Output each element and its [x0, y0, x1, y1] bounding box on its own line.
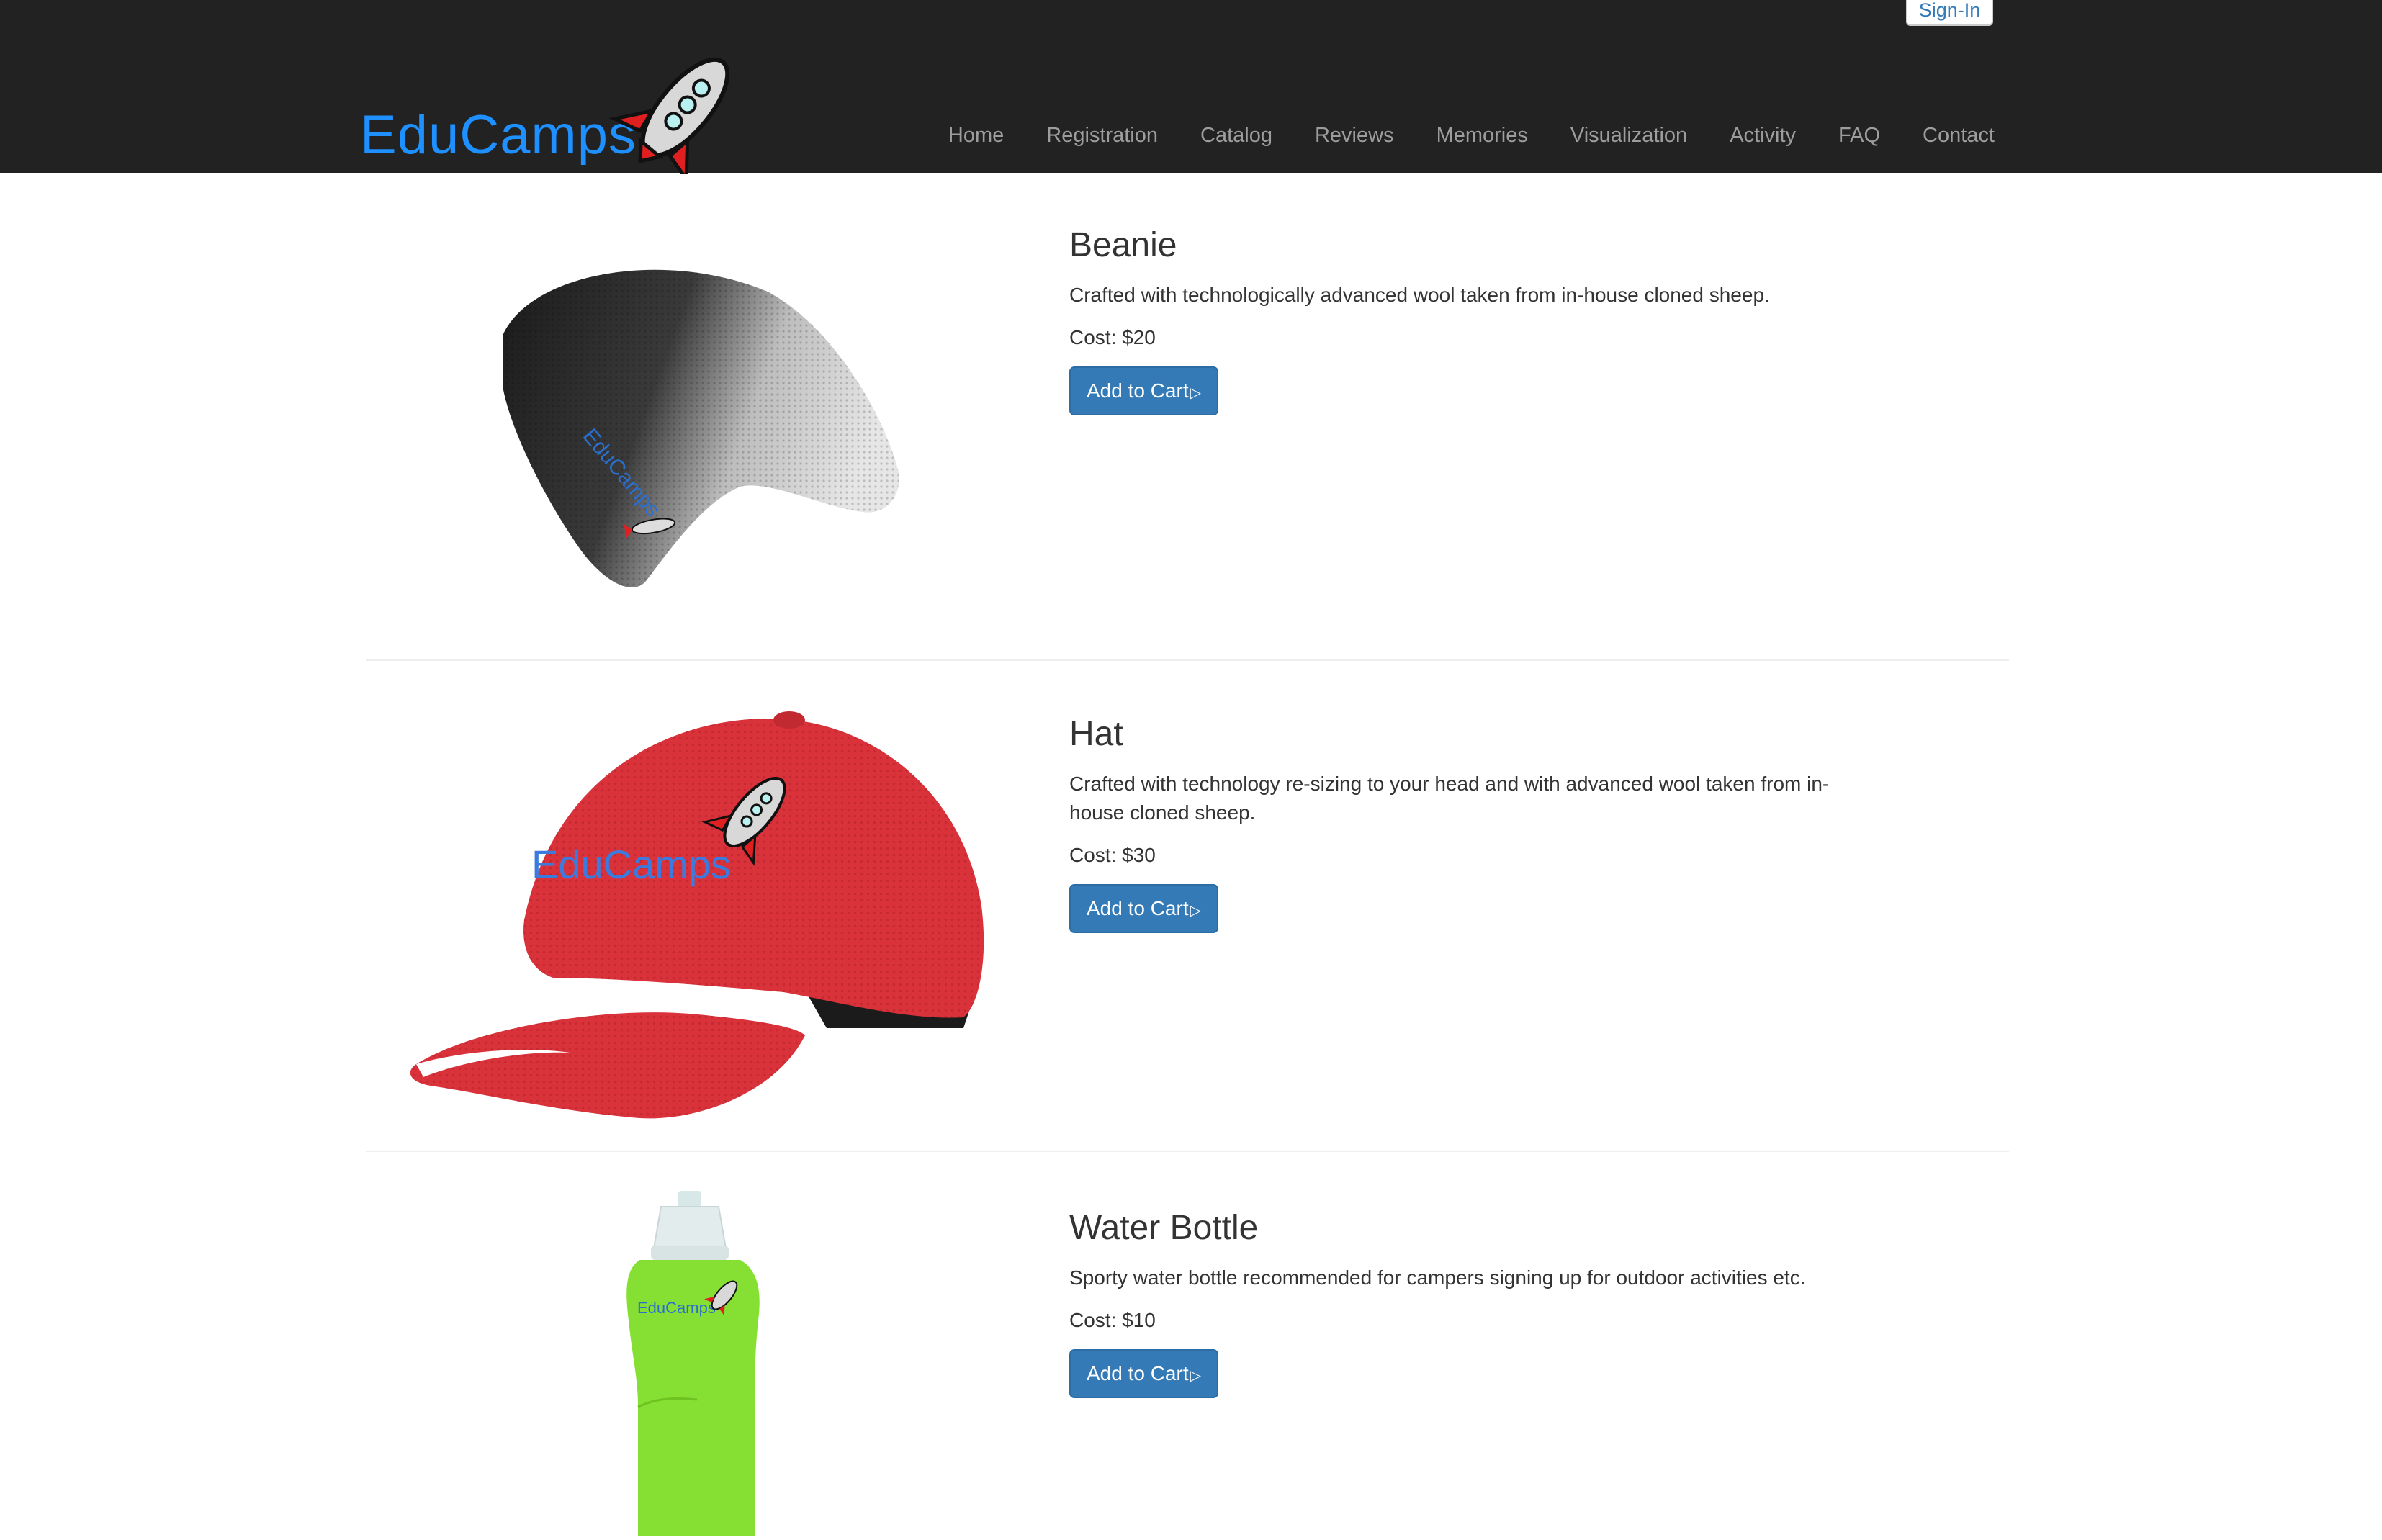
product-description: Sporty water bottle recommended for camp…: [1069, 1266, 1806, 1289]
nav-faq[interactable]: FAQ: [1838, 122, 1880, 148]
add-to-cart-button[interactable]: Add to Cart ▷: [1069, 1348, 1218, 1398]
nav-contact[interactable]: Contact: [1923, 122, 1995, 148]
svg-text:EduCamps: EduCamps: [637, 1299, 716, 1317]
caret-right-icon: ▷: [1190, 384, 1202, 401]
beanie-image[interactable]: EduCamps: [366, 242, 1043, 631]
baseball-cap-image[interactable]: EduCamps: [366, 690, 1043, 1122]
add-to-cart-button[interactable]: Add to Cart ▷: [1069, 883, 1218, 933]
product-description: Crafted with technologically advanced wo…: [1069, 283, 1770, 306]
main-nav: Home Registration Catalog Reviews Memori…: [948, 122, 1995, 148]
product-cost: Cost: $30: [1069, 843, 1156, 866]
nav-memories[interactable]: Memories: [1437, 122, 1528, 148]
sign-in-button[interactable]: Sign-In: [1906, 0, 1993, 26]
nav-catalog[interactable]: Catalog: [1200, 122, 1272, 148]
product-row-water-bottle: EduCamps Water Bottle Sporty water bottl…: [366, 1152, 2009, 1536]
hat-info: Hat Crafted with technology re-sizing to…: [1069, 715, 1861, 933]
product-title: Beanie: [1069, 226, 1177, 264]
nav-activity[interactable]: Activity: [1730, 122, 1796, 148]
nav-reviews[interactable]: Reviews: [1315, 122, 1394, 148]
water-bottle-info: Water Bottle Sporty water bottle recomme…: [1069, 1209, 1861, 1398]
nav-visualization[interactable]: Visualization: [1570, 122, 1687, 148]
water-bottle-image[interactable]: EduCamps: [366, 1191, 1043, 1536]
add-to-cart-button[interactable]: Add to Cart ▷: [1069, 366, 1218, 415]
rocket-icon: [608, 57, 730, 174]
product-title: Water Bottle: [1069, 1209, 1259, 1247]
caret-right-icon: ▷: [1190, 1367, 1202, 1384]
logo-text: EduCamps: [360, 104, 637, 166]
product-description: Crafted with technology re-sizing to you…: [1069, 772, 1830, 824]
nav-home[interactable]: Home: [948, 122, 1004, 148]
product-row-hat: EduCamps Hat Crafted with technology re-…: [366, 661, 2009, 1152]
product-cost: Cost: $20: [1069, 325, 1156, 348]
educamps-logo[interactable]: EduCamps: [360, 52, 749, 174]
svg-text:EduCamps: EduCamps: [531, 842, 731, 887]
product-title: Hat: [1069, 715, 1123, 753]
product-row-beanie: EduCamps Beanie Crafted with technologic…: [366, 173, 2009, 661]
caret-right-icon: ▷: [1190, 902, 1202, 919]
beanie-info: Beanie Crafted with technologically adva…: [1069, 226, 1861, 415]
product-cost: Cost: $10: [1069, 1308, 1156, 1331]
top-navbar: Sign-In EduCamps Home Registration Catal…: [0, 0, 2382, 174]
nav-registration[interactable]: Registration: [1046, 122, 1158, 148]
